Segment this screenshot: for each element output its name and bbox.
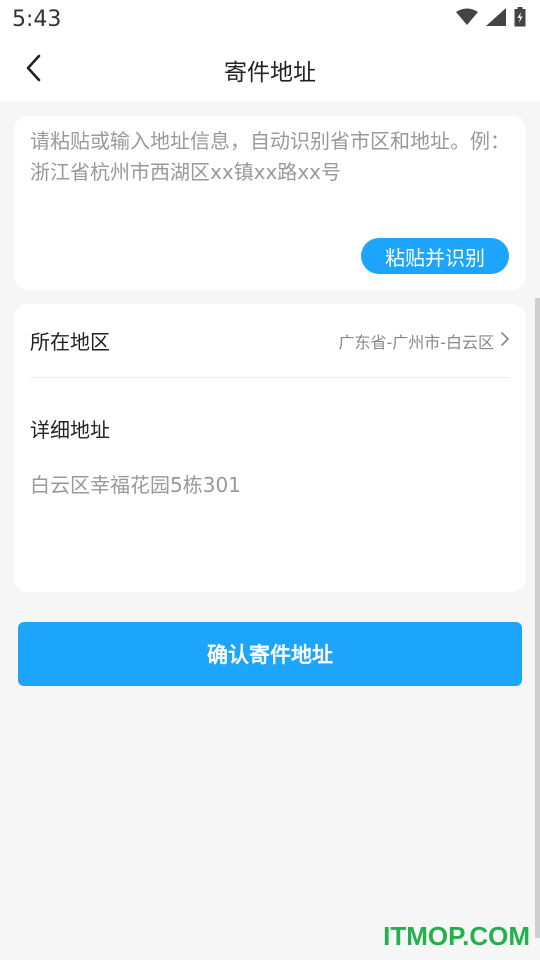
confirm-sender-address-button[interactable]: 确认寄件地址 [18, 622, 522, 686]
region-selector-row[interactable]: 所在地区 广东省-广州市-白云区 [30, 304, 510, 378]
scrollbar [535, 298, 540, 938]
wifi-icon [456, 8, 478, 30]
status-time: 5:43 [12, 6, 62, 32]
region-value-group: 广东省-广州市-白云区 [338, 329, 510, 353]
navigation-bar: 寄件地址 [0, 38, 540, 102]
back-button[interactable] [14, 50, 54, 90]
page-title: 寄件地址 [224, 60, 316, 86]
signal-icon [486, 8, 506, 30]
region-value: 广东省-广州市-白云区 [338, 332, 494, 352]
address-form-card: 所在地区 广东省-广州市-白云区 详细地址 [14, 304, 526, 592]
status-icons [456, 7, 526, 31]
chevron-left-icon [24, 53, 44, 87]
watermark: ITMOP.COM [383, 921, 530, 951]
region-label: 所在地区 [30, 330, 110, 354]
detail-address-input[interactable] [30, 466, 510, 500]
detail-address-label: 详细地址 [30, 418, 110, 442]
chevron-right-icon [500, 331, 510, 351]
address-paste-input[interactable]: 请粘贴或输入地址信息，自动识别省市区和地址。例：浙江省杭州市西湖区xx镇xx路x… [30, 126, 516, 188]
battery-icon [514, 7, 526, 31]
paste-address-card: 请粘贴或输入地址信息，自动识别省市区和地址。例：浙江省杭州市西湖区xx镇xx路x… [14, 116, 526, 290]
paste-and-recognize-button[interactable]: 粘贴并识别 [361, 238, 509, 274]
status-bar: 5:43 [0, 0, 540, 38]
